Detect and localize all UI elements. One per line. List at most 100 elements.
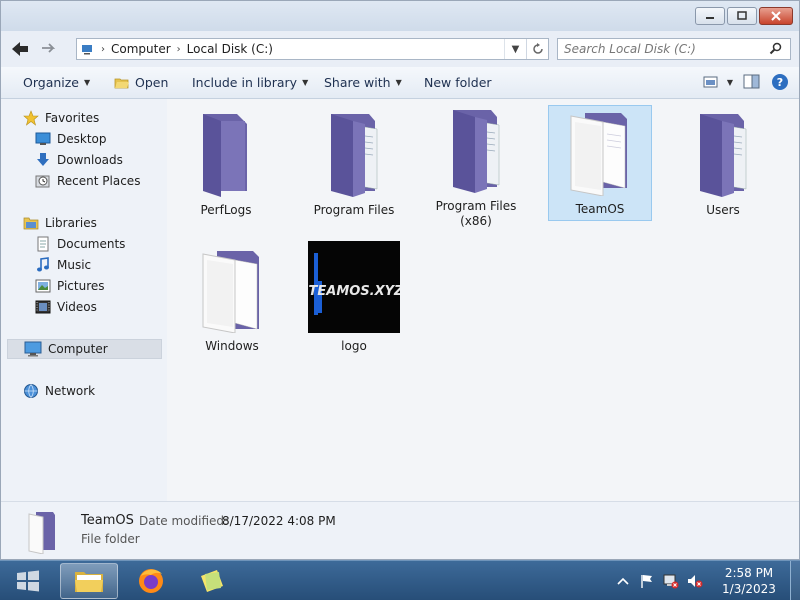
command-bar: Organize ▼ Open Include in library ▼ Sha… xyxy=(1,67,799,99)
show-hidden-icons-button[interactable] xyxy=(612,570,634,592)
nav-desktop-label: Desktop xyxy=(57,132,107,146)
nav-pictures-label: Pictures xyxy=(57,279,105,293)
nav-downloads[interactable]: Downloads xyxy=(35,150,123,170)
address-controls: ▼ xyxy=(504,39,548,59)
navigation-pane: Favorites Desktop Downloads Recent Place… xyxy=(1,99,167,501)
explorer-window: › Computer › Local Disk (C:) ▼ Search Lo… xyxy=(0,0,800,560)
item-name: Users xyxy=(706,203,740,217)
libraries-icon xyxy=(23,217,39,230)
details-pane: TeamOS Date modified: 8/17/2022 4:08 PM … xyxy=(1,501,799,559)
tile-icon-wrap: TEAMOS.XYZ xyxy=(302,239,406,333)
selected-folder-icon xyxy=(28,512,55,554)
help-icon[interactable]: ? xyxy=(771,73,789,91)
nav-computer[interactable]: Computer xyxy=(7,339,162,359)
nav-pictures[interactable]: Pictures xyxy=(35,276,105,296)
chevron-down-icon: ▼ xyxy=(726,77,733,87)
chevron-down-icon: ▼ xyxy=(395,78,402,87)
item-name: Program Files (x86) xyxy=(435,199,517,228)
folder-item[interactable]: Program Files (x86) xyxy=(424,107,528,228)
view-icon xyxy=(703,76,718,88)
svg-text:?: ? xyxy=(777,76,783,89)
nav-music[interactable]: Music xyxy=(35,255,91,275)
refresh-button[interactable] xyxy=(526,39,548,59)
open-label: Open xyxy=(135,75,169,90)
volume-button[interactable] xyxy=(684,570,706,592)
nav-network-label: Network xyxy=(45,384,96,398)
forward-arrow-icon xyxy=(42,43,56,53)
back-button[interactable] xyxy=(9,39,31,59)
chevron-down-icon: ▼ xyxy=(302,78,309,87)
address-bar[interactable]: › Computer › Local Disk (C:) ▼ xyxy=(76,38,549,60)
folder-item[interactable]: Users xyxy=(671,107,775,223)
computer-small-icon xyxy=(82,45,92,55)
nav-computer-label: Computer xyxy=(48,342,108,356)
close-icon xyxy=(771,11,781,21)
breadcrumb-local-disk[interactable]: Local Disk (C:) xyxy=(187,42,273,56)
item-name: Program Files xyxy=(313,203,395,217)
minimize-button[interactable] xyxy=(695,7,725,25)
start-button[interactable] xyxy=(0,563,56,599)
chevron-down-icon: ▼ xyxy=(84,78,91,87)
nav-favorites-label: Favorites xyxy=(45,111,100,125)
taskbar-firefox-button[interactable] xyxy=(122,563,180,599)
close-button[interactable] xyxy=(759,7,793,25)
address-row: › Computer › Local Disk (C:) ▼ Search Lo… xyxy=(1,31,799,67)
folder-item[interactable]: PerfLogs xyxy=(174,107,278,223)
preview-pane-icon[interactable] xyxy=(743,74,761,90)
include-label: Include in library xyxy=(192,75,298,90)
nav-videos[interactable]: Videos xyxy=(35,297,97,317)
maximize-button[interactable] xyxy=(727,7,757,25)
open-button[interactable]: Open xyxy=(114,75,168,90)
nav-recent-places[interactable]: Recent Places xyxy=(35,171,140,191)
action-center-icon-button[interactable] xyxy=(636,570,658,592)
address-history-dropdown[interactable]: ▼ xyxy=(504,39,526,59)
logo-text: TEAMOS.XYZ xyxy=(309,284,400,299)
nav-recent-label: Recent Places xyxy=(57,174,141,188)
organize-menu[interactable]: Organize ▼ xyxy=(23,75,90,90)
share-with-menu[interactable]: Share with ▼ xyxy=(324,75,402,90)
share-label: Share with xyxy=(324,75,391,90)
details-item-name: TeamOS xyxy=(81,513,134,528)
maximize-icon xyxy=(737,11,747,20)
tile-icon-wrap xyxy=(671,107,775,197)
file-explorer-icon xyxy=(75,572,103,592)
new-folder-button[interactable]: New folder xyxy=(424,75,492,90)
title-bar xyxy=(1,1,799,31)
search-box[interactable]: Search Local Disk (C:) xyxy=(557,38,791,60)
window-controls xyxy=(695,7,793,25)
clock[interactable]: 2:58 PM 1/3/2023 xyxy=(708,565,790,597)
change-view-button[interactable]: ▼ xyxy=(703,75,733,89)
taskbar-explorer-button[interactable] xyxy=(60,563,118,599)
tile-icon-wrap xyxy=(424,107,528,193)
nav-desktop[interactable]: Desktop xyxy=(35,129,107,149)
breadcrumb-separator-icon: › xyxy=(101,43,105,55)
speaker-muted-icon xyxy=(688,575,703,588)
forward-button[interactable] xyxy=(39,39,61,59)
view-controls: ▼ ? xyxy=(703,73,789,91)
tile-icon-wrap xyxy=(180,239,284,333)
search-icon[interactable] xyxy=(769,42,783,56)
folder-item[interactable]: Program Files xyxy=(302,107,406,223)
recent-places-icon xyxy=(35,175,50,188)
nav-network[interactable]: Network xyxy=(23,381,95,401)
image-file-item[interactable]: TEAMOS.XYZ logo xyxy=(302,239,406,355)
folder-item-selected[interactable]: TeamOS xyxy=(548,105,652,221)
network-status-button[interactable] xyxy=(660,570,682,592)
show-desktop-button[interactable] xyxy=(790,561,800,600)
item-name: logo xyxy=(341,339,367,353)
desktop-icon xyxy=(35,132,51,145)
new-folder-label: New folder xyxy=(424,75,492,90)
nav-documents[interactable]: Documents xyxy=(35,234,125,254)
breadcrumb: › Computer › Local Disk (C:) xyxy=(77,42,273,56)
folder-item[interactable]: Windows xyxy=(180,239,284,355)
windows-logo-icon xyxy=(17,570,39,592)
breadcrumb-computer[interactable]: Computer xyxy=(111,42,171,56)
nav-favorites[interactable]: Favorites xyxy=(23,108,99,128)
item-name: TeamOS xyxy=(575,202,625,216)
music-icon xyxy=(37,257,49,272)
videos-icon xyxy=(35,300,51,314)
taskbar-sticky-notes-button[interactable] xyxy=(184,563,242,599)
item-name: Windows xyxy=(205,339,259,353)
include-in-library-menu[interactable]: Include in library ▼ xyxy=(192,75,308,90)
nav-libraries[interactable]: Libraries xyxy=(23,213,97,233)
